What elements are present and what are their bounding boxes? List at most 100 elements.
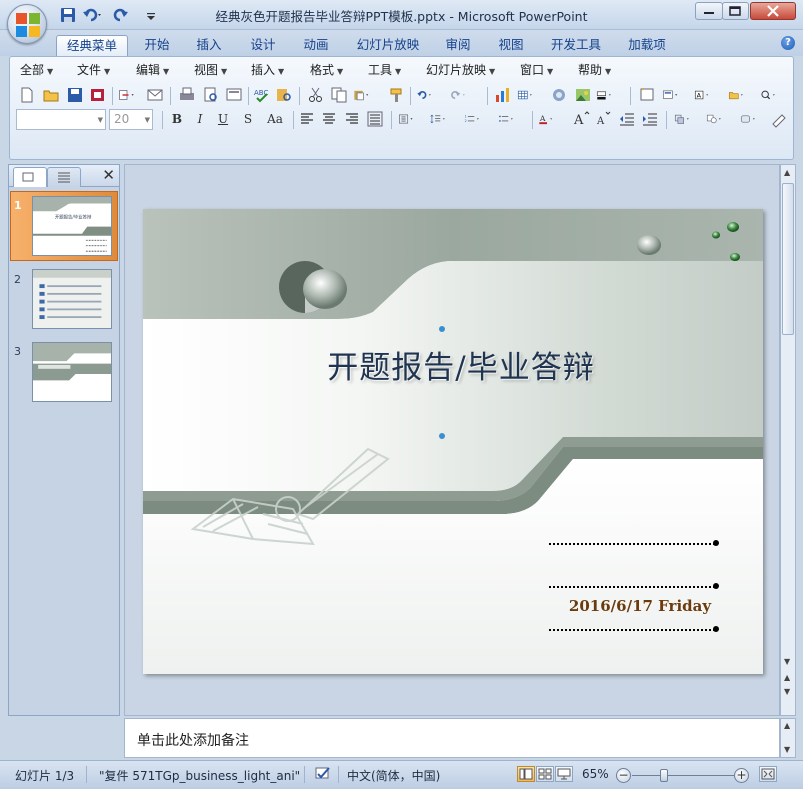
print-icon[interactable] bbox=[178, 86, 196, 104]
menu-window[interactable]: 窗口 ▼ bbox=[520, 61, 553, 78]
office-button[interactable] bbox=[7, 4, 47, 44]
bold-button[interactable]: B bbox=[168, 110, 186, 128]
customize-qat-icon[interactable] bbox=[145, 7, 157, 25]
save-icon[interactable] bbox=[66, 86, 84, 104]
tab-addins[interactable]: 加载项 bbox=[620, 35, 674, 56]
menu-all[interactable]: 全部 ▼ bbox=[20, 61, 53, 78]
numbering-icon[interactable]: 12 bbox=[464, 110, 492, 128]
redo-icon[interactable] bbox=[450, 86, 478, 104]
copy-icon[interactable] bbox=[330, 86, 348, 104]
new-slide-icon[interactable] bbox=[638, 86, 656, 104]
tab-insert[interactable]: 插入 bbox=[188, 35, 230, 56]
slide-title[interactable]: 开题报告/毕业答辩 bbox=[143, 342, 763, 387]
bullets-icon[interactable] bbox=[498, 110, 526, 128]
undo-icon[interactable] bbox=[82, 7, 104, 25]
insert-table-icon[interactable] bbox=[517, 86, 545, 104]
menu-tools[interactable]: 工具 ▼ bbox=[368, 61, 401, 78]
tab-review[interactable]: 审阅 bbox=[437, 35, 479, 56]
tab-home[interactable]: 开始 bbox=[136, 35, 178, 56]
tab-slides[interactable] bbox=[13, 167, 47, 187]
save-icon[interactable] bbox=[60, 7, 76, 25]
new-document-icon[interactable] bbox=[18, 86, 36, 104]
zoom-level[interactable]: 65% bbox=[582, 767, 609, 781]
menu-file[interactable]: 文件 ▼ bbox=[77, 61, 110, 78]
vertical-scrollbar[interactable]: ▲ ▼ ▲ ▼ bbox=[780, 164, 796, 716]
clip-art-icon[interactable] bbox=[550, 86, 568, 104]
slide-date[interactable]: 2016/6/17 Friday bbox=[550, 597, 730, 615]
research-icon[interactable] bbox=[275, 86, 293, 104]
menu-format[interactable]: 格式 ▼ bbox=[310, 61, 343, 78]
normal-view-icon[interactable] bbox=[517, 766, 535, 782]
scroll-up-icon[interactable]: ▲ bbox=[784, 721, 790, 730]
insert-picture-icon[interactable] bbox=[574, 86, 592, 104]
menu-view[interactable]: 视图 ▼ bbox=[194, 61, 227, 78]
increase-indent-icon[interactable] bbox=[641, 110, 659, 128]
slide-thumbnail-3[interactable] bbox=[32, 342, 112, 402]
publish-icon[interactable] bbox=[118, 86, 142, 104]
scroll-up-icon[interactable]: ▲ bbox=[784, 168, 790, 177]
scroll-down-icon[interactable]: ▼ bbox=[784, 745, 790, 754]
font-size-combo[interactable]: 20 ▼ bbox=[109, 109, 153, 130]
notes-placeholder[interactable]: 单击此处添加备注 bbox=[137, 730, 249, 750]
insert-chart-icon[interactable] bbox=[494, 86, 512, 104]
layout-icon[interactable] bbox=[662, 86, 688, 104]
undo-icon[interactable] bbox=[416, 86, 444, 104]
decrease-indent-icon[interactable] bbox=[618, 110, 636, 128]
shapes-icon[interactable] bbox=[706, 110, 734, 128]
shape-outline-icon[interactable] bbox=[770, 110, 788, 128]
redo-icon[interactable] bbox=[112, 7, 130, 25]
align-center-icon[interactable] bbox=[320, 110, 338, 128]
email-icon[interactable] bbox=[146, 86, 164, 104]
open-folder-icon[interactable] bbox=[42, 86, 60, 104]
fit-to-window-icon[interactable] bbox=[759, 766, 777, 782]
justify-icon[interactable] bbox=[366, 110, 384, 128]
print-preview-icon[interactable] bbox=[202, 86, 220, 104]
arrange-icon[interactable] bbox=[674, 110, 702, 128]
text-direction-icon[interactable] bbox=[398, 110, 424, 128]
zoom-slider-knob[interactable] bbox=[660, 769, 668, 782]
font-color-icon[interactable]: A bbox=[538, 110, 566, 128]
tab-developer[interactable]: 开发工具 bbox=[545, 35, 607, 56]
fill-color-icon[interactable] bbox=[596, 86, 624, 104]
shadow-button[interactable]: S bbox=[239, 110, 257, 128]
notes-pane[interactable]: 单击此处添加备注 bbox=[124, 718, 780, 758]
line-spacing-icon[interactable] bbox=[430, 110, 458, 128]
paste-icon[interactable] bbox=[353, 86, 379, 104]
spelling-icon[interactable]: ABC bbox=[253, 86, 271, 104]
tab-view[interactable]: 视图 bbox=[490, 35, 532, 56]
current-slide[interactable]: 开题报告/毕业答辩 2016/6/17 Friday bbox=[143, 209, 763, 674]
align-left-icon[interactable] bbox=[298, 110, 316, 128]
text-box-icon[interactable]: A bbox=[694, 86, 722, 104]
close-icon[interactable]: ✕ bbox=[102, 166, 115, 184]
tab-classic-menu[interactable]: 经典菜单 bbox=[56, 35, 128, 56]
shrink-font-icon[interactable]: A bbox=[594, 110, 612, 128]
spell-check-icon[interactable] bbox=[314, 765, 334, 784]
help-icon[interactable]: ? bbox=[781, 36, 795, 50]
previous-slide-icon[interactable]: ▲ bbox=[784, 673, 790, 682]
maximize-button[interactable] bbox=[722, 2, 749, 20]
find-icon[interactable] bbox=[760, 86, 788, 104]
zoom-out-icon[interactable]: − bbox=[616, 768, 631, 783]
zoom-slider-track[interactable] bbox=[632, 775, 736, 776]
format-painter-icon[interactable] bbox=[388, 86, 406, 104]
menu-slideshow[interactable]: 幻灯片放映 ▼ bbox=[426, 61, 495, 78]
font-name-combo[interactable]: ▼ bbox=[16, 109, 106, 130]
cut-icon[interactable] bbox=[307, 86, 325, 104]
slide-thumbnail-2[interactable] bbox=[32, 269, 112, 329]
zoom-in-icon[interactable]: + bbox=[734, 768, 749, 783]
folder-icon[interactable] bbox=[728, 86, 756, 104]
next-slide-icon[interactable]: ▼ bbox=[784, 687, 790, 696]
tab-design[interactable]: 设计 bbox=[242, 35, 284, 56]
align-right-icon[interactable] bbox=[343, 110, 361, 128]
slide-view-icon[interactable] bbox=[225, 86, 243, 104]
menu-edit[interactable]: 编辑 ▼ bbox=[136, 61, 169, 78]
menu-insert[interactable]: 插入 ▼ bbox=[251, 61, 284, 78]
change-case-button[interactable]: Aa bbox=[261, 110, 289, 128]
permission-icon[interactable] bbox=[89, 86, 107, 104]
grow-font-icon[interactable]: A bbox=[572, 110, 590, 128]
scroll-down-icon[interactable]: ▼ bbox=[784, 657, 790, 666]
scrollbar-thumb[interactable] bbox=[782, 183, 794, 335]
language-indicator[interactable]: 中文(简体，中国) bbox=[347, 767, 440, 784]
tab-outline[interactable] bbox=[47, 167, 81, 187]
underline-button[interactable]: U bbox=[214, 110, 232, 128]
